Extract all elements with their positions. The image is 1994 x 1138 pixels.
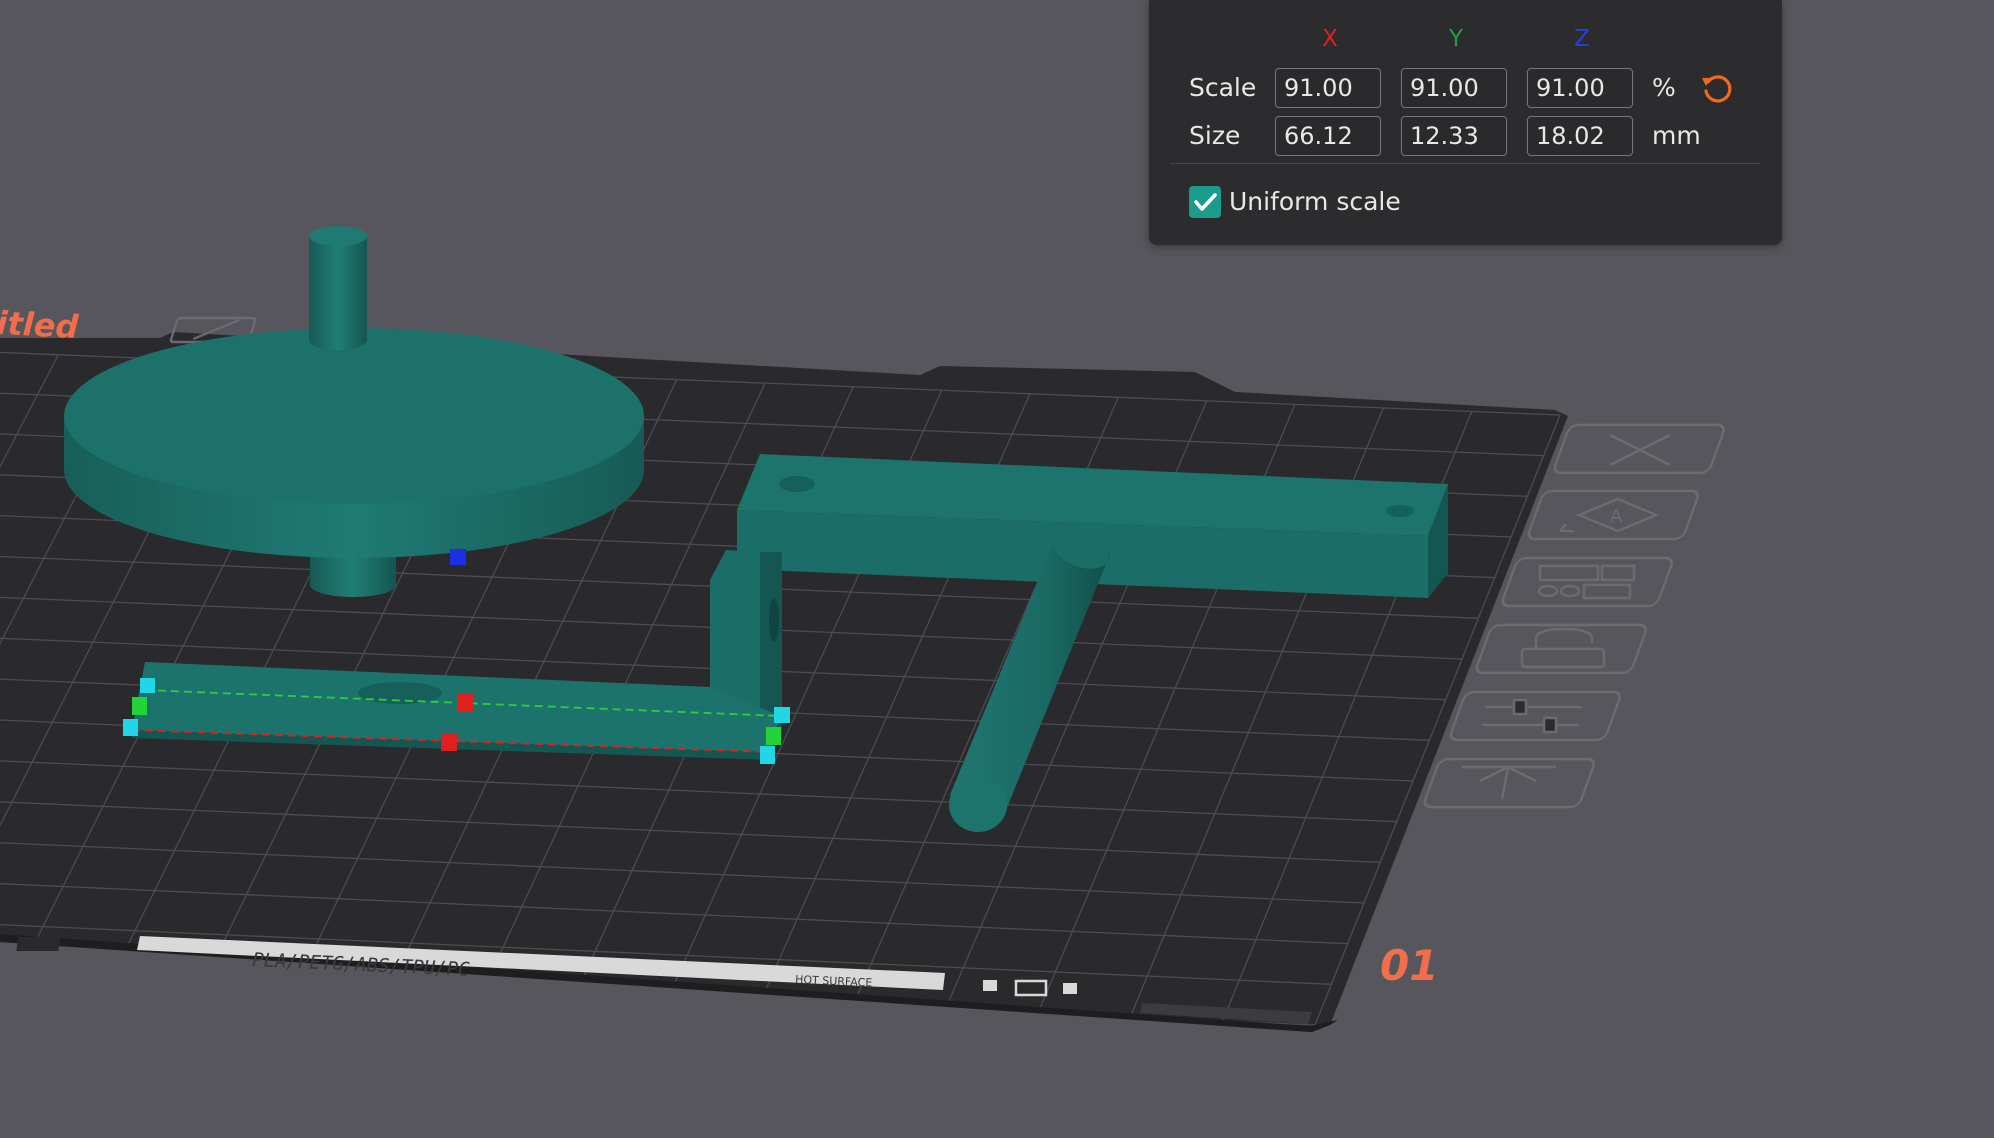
- uniform-scale-checkbox[interactable]: [1189, 186, 1221, 218]
- scale-x-input[interactable]: [1275, 68, 1381, 108]
- scale-handle-y-right[interactable]: [766, 727, 781, 745]
- scale-panel: X Y Z Scale % Size mm Uniform scale: [1149, 0, 1782, 245]
- lock-icon: [1520, 627, 1606, 669]
- reset-scale-button[interactable]: [1700, 71, 1736, 107]
- size-z-input[interactable]: [1527, 116, 1633, 156]
- arrange-button[interactable]: [1501, 556, 1674, 608]
- axis-y-header: Y: [1448, 26, 1464, 52]
- move-to-plate-button[interactable]: [1423, 757, 1596, 809]
- remove-plate-button[interactable]: [1553, 423, 1726, 475]
- auto-orient-button[interactable]: A: [1527, 489, 1700, 541]
- scale-y-input[interactable]: [1401, 68, 1507, 108]
- arrange-icon: [1537, 564, 1636, 600]
- scale-handle-corner-tr[interactable]: [774, 707, 790, 723]
- scale-handle-corner-bl[interactable]: [123, 719, 138, 736]
- checkmark-icon: [1194, 193, 1217, 211]
- uniform-scale-label[interactable]: Uniform scale: [1229, 187, 1401, 216]
- scale-handle-corner-br[interactable]: [760, 746, 775, 764]
- auto-orient-icon: A: [1559, 497, 1660, 533]
- size-y-input[interactable]: [1401, 116, 1507, 156]
- axis-z-header: Z: [1574, 26, 1590, 52]
- scale-handle-z[interactable]: [450, 549, 466, 565]
- lock-plate-button[interactable]: [1475, 623, 1648, 675]
- sliders-icon: [1482, 698, 1582, 734]
- scale-unit: %: [1652, 73, 1676, 102]
- axis-x-header: X: [1322, 26, 1338, 52]
- plate-name: itled: [0, 304, 80, 346]
- scale-label: Scale: [1189, 73, 1257, 102]
- scale-z-input[interactable]: [1527, 68, 1633, 108]
- svg-text:A: A: [1610, 506, 1623, 527]
- scale-handle-y-left[interactable]: [132, 697, 147, 715]
- reset-icon: [1702, 75, 1732, 103]
- plate-settings-button[interactable]: [1449, 690, 1622, 742]
- plate-number: 01: [1380, 941, 1438, 990]
- size-x-input[interactable]: [1275, 116, 1381, 156]
- move-up-icon: [1462, 765, 1556, 800]
- size-label: Size: [1189, 121, 1241, 150]
- size-unit: mm: [1652, 121, 1701, 150]
- scale-handle-x-bottom[interactable]: [441, 733, 457, 751]
- panel-divider: [1170, 163, 1761, 164]
- scale-handle-x-top[interactable]: [457, 694, 473, 712]
- scale-handle-corner-tl[interactable]: [140, 678, 155, 693]
